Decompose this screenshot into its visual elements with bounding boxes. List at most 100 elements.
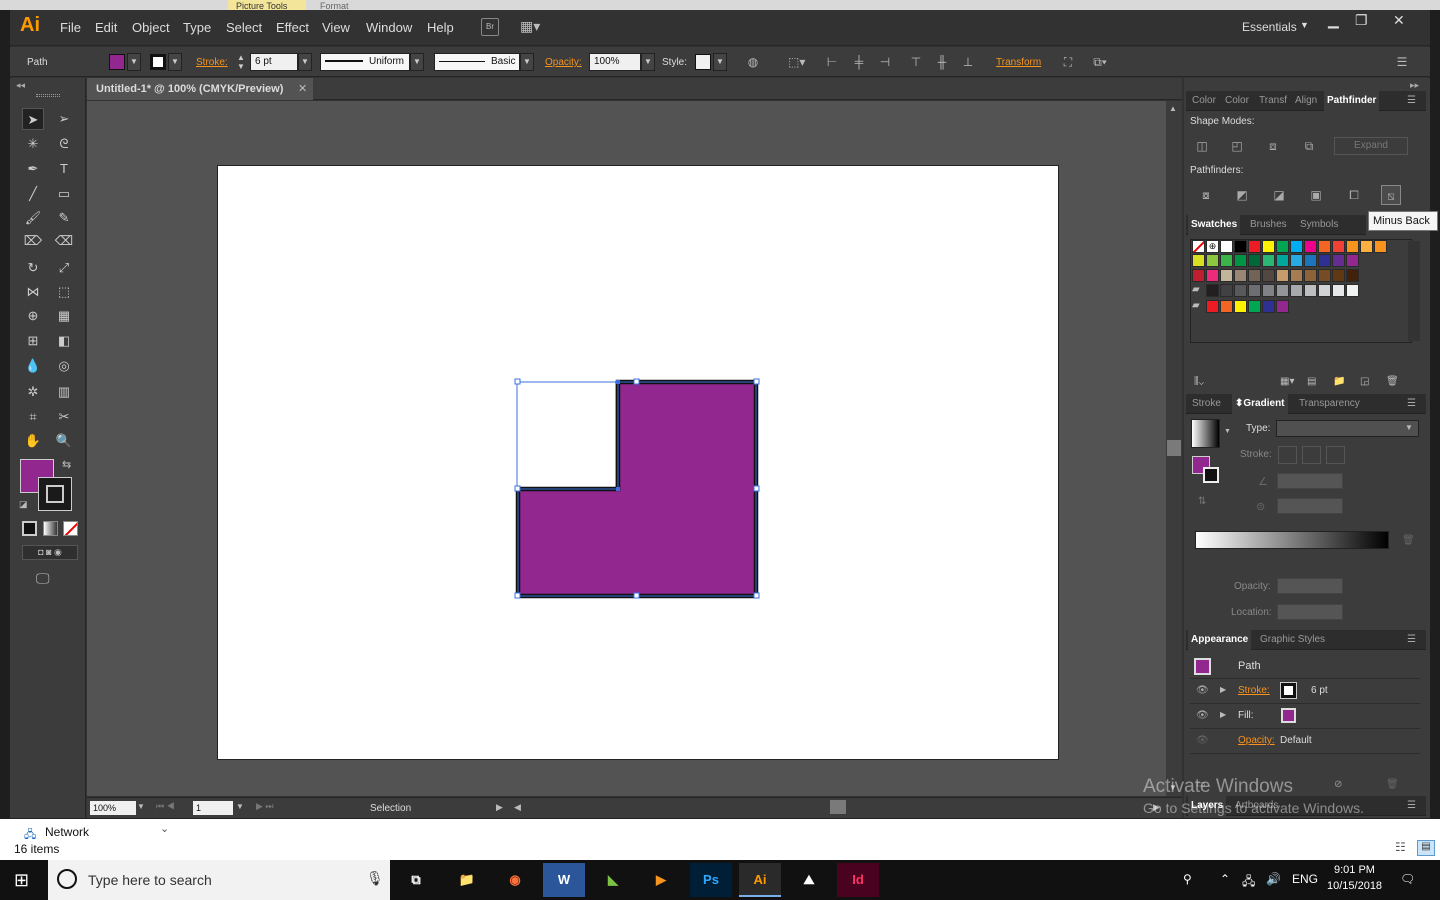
align-bottom-icon[interactable]: ⊥ — [960, 54, 976, 70]
opacity-input[interactable]: 100% — [589, 53, 641, 71]
color-swatch[interactable] — [1248, 284, 1261, 297]
bridge-button[interactable]: Br — [481, 18, 499, 36]
mesh-tool-icon[interactable]: ⊞ — [22, 330, 44, 352]
ribbon-tab-picture-tools[interactable]: Picture Tools — [228, 0, 306, 10]
minus-back-icon[interactable]: ⧅ — [1381, 185, 1401, 205]
outline-icon[interactable]: ⧠ — [1344, 185, 1364, 205]
menu-help[interactable]: Help — [427, 20, 454, 35]
zoom-dropdown-icon[interactable]: ▼ — [137, 802, 145, 811]
swatches-scrollbar[interactable] — [1408, 241, 1420, 341]
menu-object[interactable]: Object — [132, 20, 170, 35]
tab-transparency[interactable]: Transparency — [1296, 394, 1363, 414]
artboard-tool-icon[interactable]: ⌗ — [22, 406, 44, 428]
fill-dropdown-icon[interactable]: ▼ — [127, 53, 141, 71]
isolate-selected-icon[interactable]: ⛶ — [1060, 54, 1076, 70]
gradient-mode-icon[interactable] — [43, 521, 58, 536]
color-swatch[interactable] — [1304, 284, 1317, 297]
tab-align[interactable]: Align — [1292, 91, 1320, 111]
slice-tool-icon[interactable]: ✂ — [53, 406, 75, 428]
photoshop-icon[interactable]: Ps — [690, 863, 732, 897]
firefox-icon[interactable]: ◉ — [494, 863, 536, 897]
clear-appearance-icon[interactable]: ⊘ — [1334, 779, 1342, 790]
color-swatch[interactable] — [1318, 254, 1331, 267]
gradient-type-dropdown-icon[interactable]: ▼ — [1405, 423, 1413, 432]
windows-start-icon[interactable]: ⊞ — [14, 870, 29, 891]
minus-front-icon[interactable]: ◰ — [1227, 136, 1247, 156]
handle-middle-left[interactable] — [514, 485, 521, 492]
pen-tool-icon[interactable]: ✒ — [22, 158, 44, 180]
people-icon[interactable]: ⚲ — [1183, 872, 1192, 886]
color-swatch[interactable] — [1220, 284, 1233, 297]
anchor-point[interactable] — [616, 487, 620, 491]
intersect-icon[interactable]: ⧈ — [1263, 136, 1283, 156]
color-swatch[interactable] — [1220, 240, 1233, 253]
unite-icon[interactable]: ◫ — [1192, 136, 1212, 156]
language-indicator[interactable]: ENG — [1292, 872, 1318, 886]
hand-tool-icon[interactable]: ✋ — [22, 430, 44, 452]
appearance-panel-menu-icon[interactable]: ☰ — [1407, 634, 1416, 645]
none-mode-icon[interactable] — [63, 521, 78, 536]
chevron-down-icon[interactable]: ⌄ — [160, 822, 169, 835]
perspective-grid-tool-icon[interactable]: ▦ — [53, 305, 75, 327]
color-swatch[interactable] — [1276, 254, 1289, 267]
microphone-icon[interactable]: 🎙 — [366, 870, 384, 887]
color-swatch[interactable] — [1234, 284, 1247, 297]
arrange-documents-icon[interactable]: ▦▾ — [520, 18, 550, 36]
color-swatch[interactable] — [1332, 284, 1345, 297]
color-swatch[interactable] — [1276, 284, 1289, 297]
width-tool-icon[interactable]: ⋈ — [22, 281, 44, 303]
divide-icon[interactable]: ⧇ — [1196, 185, 1216, 205]
eraser-tool-icon[interactable]: ⌫ — [53, 230, 75, 252]
swatch-libraries-icon[interactable]: ⫼⌄ — [1194, 376, 1204, 387]
color-swatch[interactable] — [1192, 254, 1205, 267]
color-swatch[interactable] — [1304, 240, 1317, 253]
file-explorer-icon[interactable]: 📁 — [446, 863, 488, 897]
color-swatch[interactable] — [1234, 269, 1247, 282]
variable-width-profile[interactable]: Uniform — [320, 53, 410, 71]
expand-dock-icon[interactable]: ▸▸ — [1410, 80, 1419, 91]
color-swatch[interactable] — [1318, 269, 1331, 282]
gradient-stroke-box[interactable] — [1203, 467, 1219, 483]
color-swatch[interactable] — [1276, 269, 1289, 282]
color-group-folder-icon[interactable]: ▰ — [1192, 284, 1200, 295]
color-swatch[interactable] — [1262, 269, 1275, 282]
color-swatch[interactable] — [1290, 254, 1303, 267]
handle-top-right[interactable] — [753, 378, 760, 385]
handle-bottom-right[interactable] — [753, 592, 760, 599]
symbol-sprayer-tool-icon[interactable]: ✲ — [22, 381, 44, 403]
appearance-stroke-swatch[interactable] — [1280, 682, 1297, 699]
stroke-swatch[interactable] — [150, 54, 166, 70]
stroke-weight-dropdown-icon[interactable]: ▼ — [298, 53, 312, 71]
menu-view[interactable]: View — [322, 20, 350, 35]
new-color-group-icon[interactable]: 📁 — [1333, 376, 1345, 387]
brush-definition[interactable]: Basic — [434, 53, 520, 71]
color-swatch[interactable] — [1374, 240, 1387, 253]
maximize-icon[interactable]: ❐ — [1355, 12, 1368, 29]
next-artboard-icon[interactable]: ▶ ⏭ — [256, 801, 274, 812]
scroll-left-icon[interactable]: ◀ — [514, 802, 521, 813]
volume-icon[interactable]: 🔊 — [1266, 872, 1281, 886]
stroke-dropdown-icon[interactable]: ▼ — [168, 53, 182, 71]
details-view-icon[interactable]: ☷ — [1395, 840, 1406, 854]
new-swatch-icon[interactable]: ◲ — [1360, 376, 1369, 387]
color-swatch[interactable] — [1206, 284, 1219, 297]
show-swatch-kinds-icon[interactable]: ▦▾ — [1280, 376, 1294, 387]
exclude-icon[interactable]: ⧉ — [1299, 136, 1319, 156]
appearance-fill-row[interactable]: 👁 ▶ Fill: — [1190, 704, 1420, 729]
menu-file[interactable]: File — [60, 20, 81, 35]
swatch-options-icon[interactable]: ▤ — [1307, 376, 1316, 387]
crop-icon[interactable]: ▣ — [1306, 185, 1326, 205]
visibility-eye-icon[interactable]: 👁 — [1196, 735, 1209, 746]
color-swatch[interactable] — [1290, 269, 1303, 282]
tab-symbols[interactable]: Symbols — [1297, 215, 1341, 235]
appearance-fill-label[interactable]: Fill: — [1238, 710, 1254, 721]
document-tab[interactable]: Untitled-1* @ 100% (CMYK/Preview) — [87, 78, 313, 100]
collapse-panel-icon[interactable]: ◂◂ — [16, 80, 25, 91]
brush-dropdown-icon[interactable]: ▼ — [520, 53, 534, 71]
color-swatch[interactable] — [1276, 300, 1289, 313]
tab-gradient[interactable]: ⬍Gradient — [1232, 394, 1288, 414]
tab-swatches[interactable]: Swatches — [1188, 215, 1241, 235]
artboard-number-field[interactable]: 1 — [193, 801, 233, 815]
gradient-preview[interactable] — [1191, 419, 1220, 448]
photos-icon[interactable]: ⛰ — [788, 863, 830, 897]
